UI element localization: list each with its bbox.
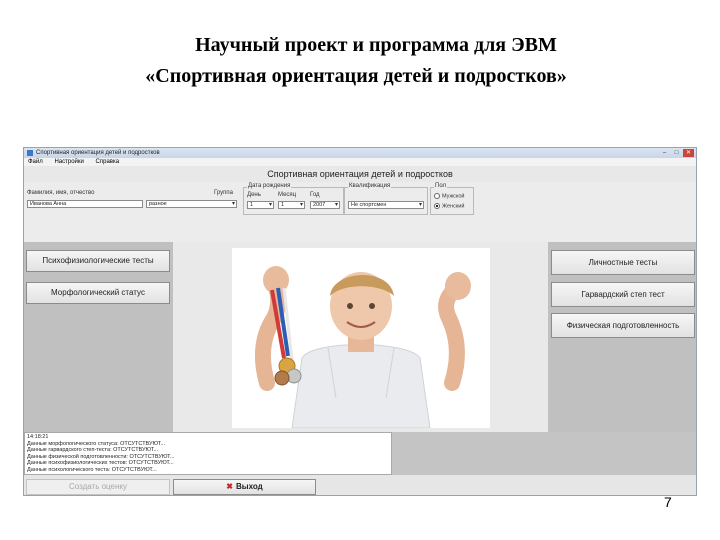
- child-with-medals-photo: [232, 248, 490, 429]
- month-value: 1: [281, 202, 285, 208]
- morphological-status-button[interactable]: Морфологический статус: [26, 282, 170, 304]
- photo-illustration: [255, 266, 471, 429]
- exit-button-label: Выход: [235, 482, 263, 491]
- sex-female-label: Женский: [442, 203, 465, 210]
- qualification-group: Квалификация Не спортсмен: [344, 183, 428, 215]
- form-header: Спортивная ориентация детей и подростков: [24, 166, 696, 182]
- app-window: Спортивная ориентация детей и подростков…: [23, 147, 697, 496]
- year-select[interactable]: 2007: [310, 201, 340, 209]
- day-label: День: [247, 192, 261, 198]
- qualification-value: Не спортсмен: [351, 202, 387, 208]
- radio-female-dot: [434, 203, 440, 209]
- bottom-bar: Создать оценку ✖ Выход: [24, 475, 696, 495]
- year-label: Год: [310, 192, 320, 198]
- group-label: Группа: [214, 190, 234, 196]
- student-form: Фамилия, имя, отчество Иванова Анна Груп…: [24, 182, 696, 220]
- physical-fitness-button[interactable]: Физическая подготовленность: [551, 313, 695, 338]
- group-select[interactable]: разное: [146, 200, 237, 208]
- form-spacer: [24, 220, 696, 242]
- create-assessment-button[interactable]: Создать оценку: [26, 479, 170, 495]
- status-log: 14:18:21 Данные морфологического статуса…: [24, 432, 392, 475]
- month-select[interactable]: 1: [278, 201, 305, 209]
- close-button[interactable]: ✕: [683, 149, 694, 157]
- minimize-button[interactable]: –: [659, 149, 670, 157]
- name-label: Фамилия, имя, отчество: [27, 190, 95, 196]
- radio-male-dot: [434, 193, 440, 199]
- harvard-step-test-button[interactable]: Гарвардский степ тест: [551, 282, 695, 307]
- sex-female-radio[interactable]: Женский: [434, 203, 464, 209]
- menu-bar: Файл Настройки Справка: [24, 158, 696, 166]
- month-label: Месяц: [278, 192, 297, 198]
- exit-button[interactable]: ✖ Выход: [173, 479, 316, 495]
- name-field[interactable]: Иванова Анна: [27, 200, 143, 208]
- psychophysiological-tests-button[interactable]: Психофизиологические тесты: [26, 250, 170, 272]
- app-icon: [27, 150, 33, 156]
- page-number: 7: [664, 494, 672, 510]
- menu-help[interactable]: Справка: [96, 159, 120, 165]
- birth-date-label: Дата рождения: [247, 183, 292, 189]
- maximize-button[interactable]: □: [671, 149, 682, 157]
- log-side-panel: [392, 432, 696, 475]
- personal-tests-button[interactable]: Личностные тесты: [551, 250, 695, 275]
- sex-male-label: Мужской: [442, 193, 465, 200]
- group-value: разное: [149, 201, 167, 207]
- slide-title-line2: «Спортивная ориентация детей и подростко…: [145, 65, 567, 87]
- day-value: 1: [250, 202, 254, 208]
- window-title: Спортивная ориентация детей и подростков: [36, 150, 160, 156]
- menu-file[interactable]: Файл: [28, 159, 43, 165]
- window-titlebar: Спортивная ориентация детей и подростков…: [24, 148, 696, 158]
- year-value: 2007: [313, 202, 326, 208]
- qualification-label: Квалификация: [348, 183, 392, 189]
- birth-date-group: Дата рождения День Месяц Год 1 1 2007: [243, 183, 344, 215]
- qualification-select[interactable]: Не спортсмен: [348, 201, 424, 209]
- close-x-icon: ✖: [226, 482, 233, 491]
- sex-group: Пол Мужской Женский: [430, 183, 474, 215]
- slide-title-line1: Научный проект и программа для ЭВМ: [195, 34, 557, 56]
- log-line: Данные психологического теста: ОТСУТСТВУ…: [27, 466, 157, 473]
- day-select[interactable]: 1: [247, 201, 274, 209]
- sex-male-radio[interactable]: Мужской: [434, 193, 464, 199]
- sex-label: Пол: [434, 183, 448, 189]
- menu-settings[interactable]: Настройки: [54, 159, 83, 165]
